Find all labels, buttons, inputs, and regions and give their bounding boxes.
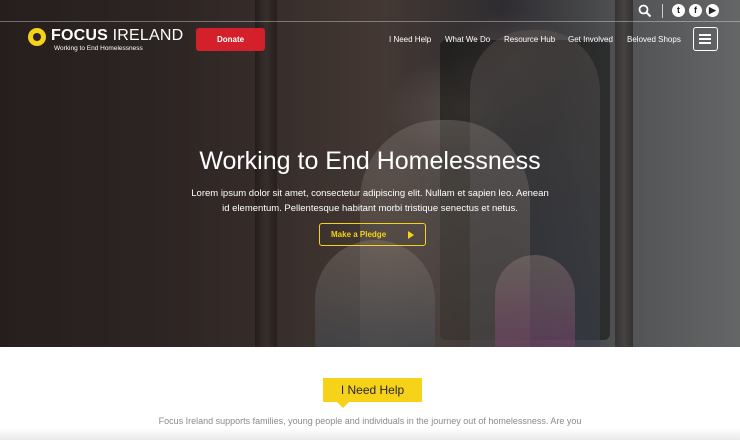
search-icon[interactable] bbox=[638, 4, 652, 18]
nav-resource-hub[interactable]: Resource Hub bbox=[504, 35, 555, 44]
hero-title: Working to End Homelessness bbox=[199, 147, 541, 175]
pledge-button-label: Make a Pledge bbox=[331, 230, 387, 239]
twitter-icon[interactable]: t bbox=[672, 4, 685, 17]
logo-mark-icon bbox=[28, 28, 46, 46]
donate-button[interactable]: Donate bbox=[196, 28, 265, 51]
topbar-divider bbox=[662, 4, 663, 18]
make-a-pledge-button[interactable]: Make a Pledge bbox=[319, 223, 426, 246]
nav-beloved-shops[interactable]: Beloved Shops bbox=[627, 35, 681, 44]
focus-ireland-logo[interactable]: FOCUS IRELAND Working to End Homelessnes… bbox=[28, 27, 188, 55]
help-intro-text: Focus Ireland supports families, young p… bbox=[158, 416, 582, 426]
facebook-icon[interactable]: f bbox=[689, 4, 702, 17]
nav-get-involved[interactable]: Get Involved bbox=[568, 35, 613, 44]
youtube-icon[interactable]: ▶ bbox=[706, 4, 719, 17]
nav-what-we-do[interactable]: What We Do bbox=[445, 35, 490, 44]
play-arrow-icon bbox=[408, 231, 414, 239]
bottom-fade bbox=[0, 428, 740, 440]
logo-tagline: Working to End Homelessness bbox=[54, 45, 143, 52]
hero-description: Lorem ipsum dolor sit amet, consectetur … bbox=[191, 188, 549, 214]
top-utility-bar: t f ▶ bbox=[0, 0, 740, 22]
logo-wordmark: FOCUS IRELAND bbox=[51, 27, 184, 44]
nav-i-need-help[interactable]: I Need Help bbox=[389, 35, 431, 44]
hamburger-menu-icon[interactable] bbox=[693, 27, 718, 51]
i-need-help-heading: I Need Help bbox=[323, 378, 422, 408]
